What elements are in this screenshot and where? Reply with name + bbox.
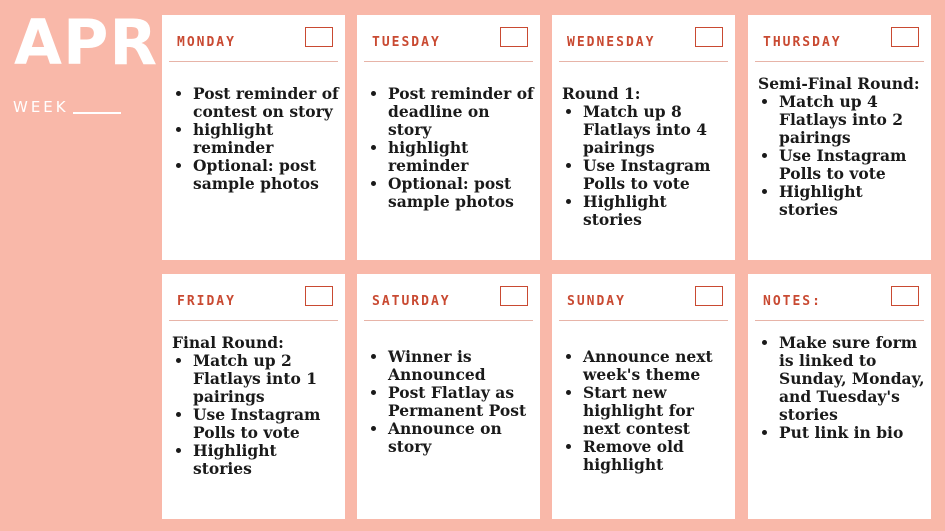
day-card-notes: NOTES: Make sure form is linked to Sunday…	[748, 274, 931, 519]
checkbox[interactable]	[500, 286, 528, 306]
week-label-text: WEEK	[13, 98, 69, 116]
card-body: Announce next week's themeStart new high…	[562, 348, 729, 474]
header-divider	[364, 61, 533, 62]
task-item: highlight reminder	[388, 139, 534, 175]
header-divider	[559, 61, 728, 62]
task-item: highlight reminder	[193, 121, 339, 157]
task-item: Remove old highlight	[583, 438, 729, 474]
task-item: Optional: post sample photos	[388, 175, 534, 211]
card-body: Semi-Final Round:Match up 4 Flatlays int…	[758, 75, 925, 219]
round-title: Round 1:	[562, 84, 641, 103]
day-card-thursday: THURSDAY Semi-Final Round:Match up 4 Flat…	[748, 15, 931, 260]
header-divider	[169, 61, 338, 62]
card-body: Round 1:Match up 8 Flatlays into 4 pairi…	[562, 85, 729, 229]
task-list: Winner is AnnouncedPost Flatlay as Perma…	[367, 348, 534, 456]
card-body: Make sure form is linked to Sunday, Mond…	[758, 334, 925, 442]
card-body: Post reminder of deadline on storyhighli…	[367, 85, 534, 211]
card-body: Winner is AnnouncedPost Flatlay as Perma…	[367, 348, 534, 456]
task-item: Match up 2 Flatlays into 1 pairings	[193, 352, 339, 406]
task-item: Post reminder of deadline on story	[388, 85, 534, 139]
round-title: Semi-Final Round:	[758, 74, 920, 93]
task-item: Optional: post sample photos	[193, 157, 339, 193]
checkbox[interactable]	[695, 27, 723, 47]
header-divider	[169, 320, 338, 321]
day-card-sunday: SUNDAY Announce next week's themeStart ne…	[552, 274, 735, 519]
card-header: MONDAY	[177, 27, 333, 57]
card-header: SATURDAY	[372, 286, 528, 316]
task-list: Make sure form is linked to Sunday, Mond…	[758, 334, 925, 442]
task-item: Use Instagram Polls to vote	[193, 406, 339, 442]
task-list: Match up 2 Flatlays into 1 pairingsUse I…	[172, 352, 339, 478]
header-divider	[755, 61, 924, 62]
task-item: Match up 4 Flatlays into 2 pairings	[779, 93, 925, 147]
card-header: TUESDAY	[372, 27, 528, 57]
card-header: THURSDAY	[763, 27, 919, 57]
task-item: Put link in bio	[779, 424, 925, 442]
task-item: Make sure form is linked to Sunday, Mond…	[779, 334, 925, 424]
task-item: Use Instagram Polls to vote	[779, 147, 925, 183]
week-number-blank	[72, 112, 121, 114]
card-body: Final Round:Match up 2 Flatlays into 1 p…	[172, 334, 339, 478]
header-divider	[364, 320, 533, 321]
task-item: Highlight stories	[779, 183, 925, 219]
task-list: Match up 4 Flatlays into 2 pairingsUse I…	[758, 93, 925, 219]
week-label: WEEK	[13, 98, 121, 116]
task-item: Announce on story	[388, 420, 534, 456]
task-item: Match up 8 Flatlays into 4 pairings	[583, 103, 729, 157]
day-card-monday: MONDAY Post reminder of contest on storyh…	[162, 15, 345, 260]
task-item: Start new highlight for next contest	[583, 384, 729, 438]
header-divider	[755, 320, 924, 321]
task-item: Post Flatlay as Permanent Post	[388, 384, 534, 420]
task-item: Announce next week's theme	[583, 348, 729, 384]
card-header: SUNDAY	[567, 286, 723, 316]
checkbox[interactable]	[695, 286, 723, 306]
day-card-friday: FRIDAY Final Round:Match up 2 Flatlays in…	[162, 274, 345, 519]
task-item: Winner is Announced	[388, 348, 534, 384]
checkbox[interactable]	[305, 286, 333, 306]
card-body: Post reminder of contest on storyhighlig…	[172, 85, 339, 193]
task-list: Announce next week's themeStart new high…	[562, 348, 729, 474]
day-card-wednesday: WEDNESDAY Round 1:Match up 8 Flatlays int…	[552, 15, 735, 260]
checkbox[interactable]	[891, 286, 919, 306]
card-header: NOTES:	[763, 286, 919, 316]
card-header: WEDNESDAY	[567, 27, 723, 57]
task-item: Highlight stories	[583, 193, 729, 229]
day-card-tuesday: TUESDAY Post reminder of deadline on stor…	[357, 15, 540, 260]
task-item: Use Instagram Polls to vote	[583, 157, 729, 193]
card-header: FRIDAY	[177, 286, 333, 316]
checkbox[interactable]	[305, 27, 333, 47]
round-title: Final Round:	[172, 333, 284, 352]
task-list: Match up 8 Flatlays into 4 pairingsUse I…	[562, 103, 729, 229]
header-divider	[559, 320, 728, 321]
checkbox[interactable]	[891, 27, 919, 47]
month-title: APR	[14, 6, 159, 79]
task-list: Post reminder of contest on storyhighlig…	[172, 85, 339, 193]
checkbox[interactable]	[500, 27, 528, 47]
task-item: Post reminder of contest on story	[193, 85, 339, 121]
day-card-saturday: SATURDAY Winner is AnnouncedPost Flatlay …	[357, 274, 540, 519]
task-item: Highlight stories	[193, 442, 339, 478]
task-list: Post reminder of deadline on storyhighli…	[367, 85, 534, 211]
